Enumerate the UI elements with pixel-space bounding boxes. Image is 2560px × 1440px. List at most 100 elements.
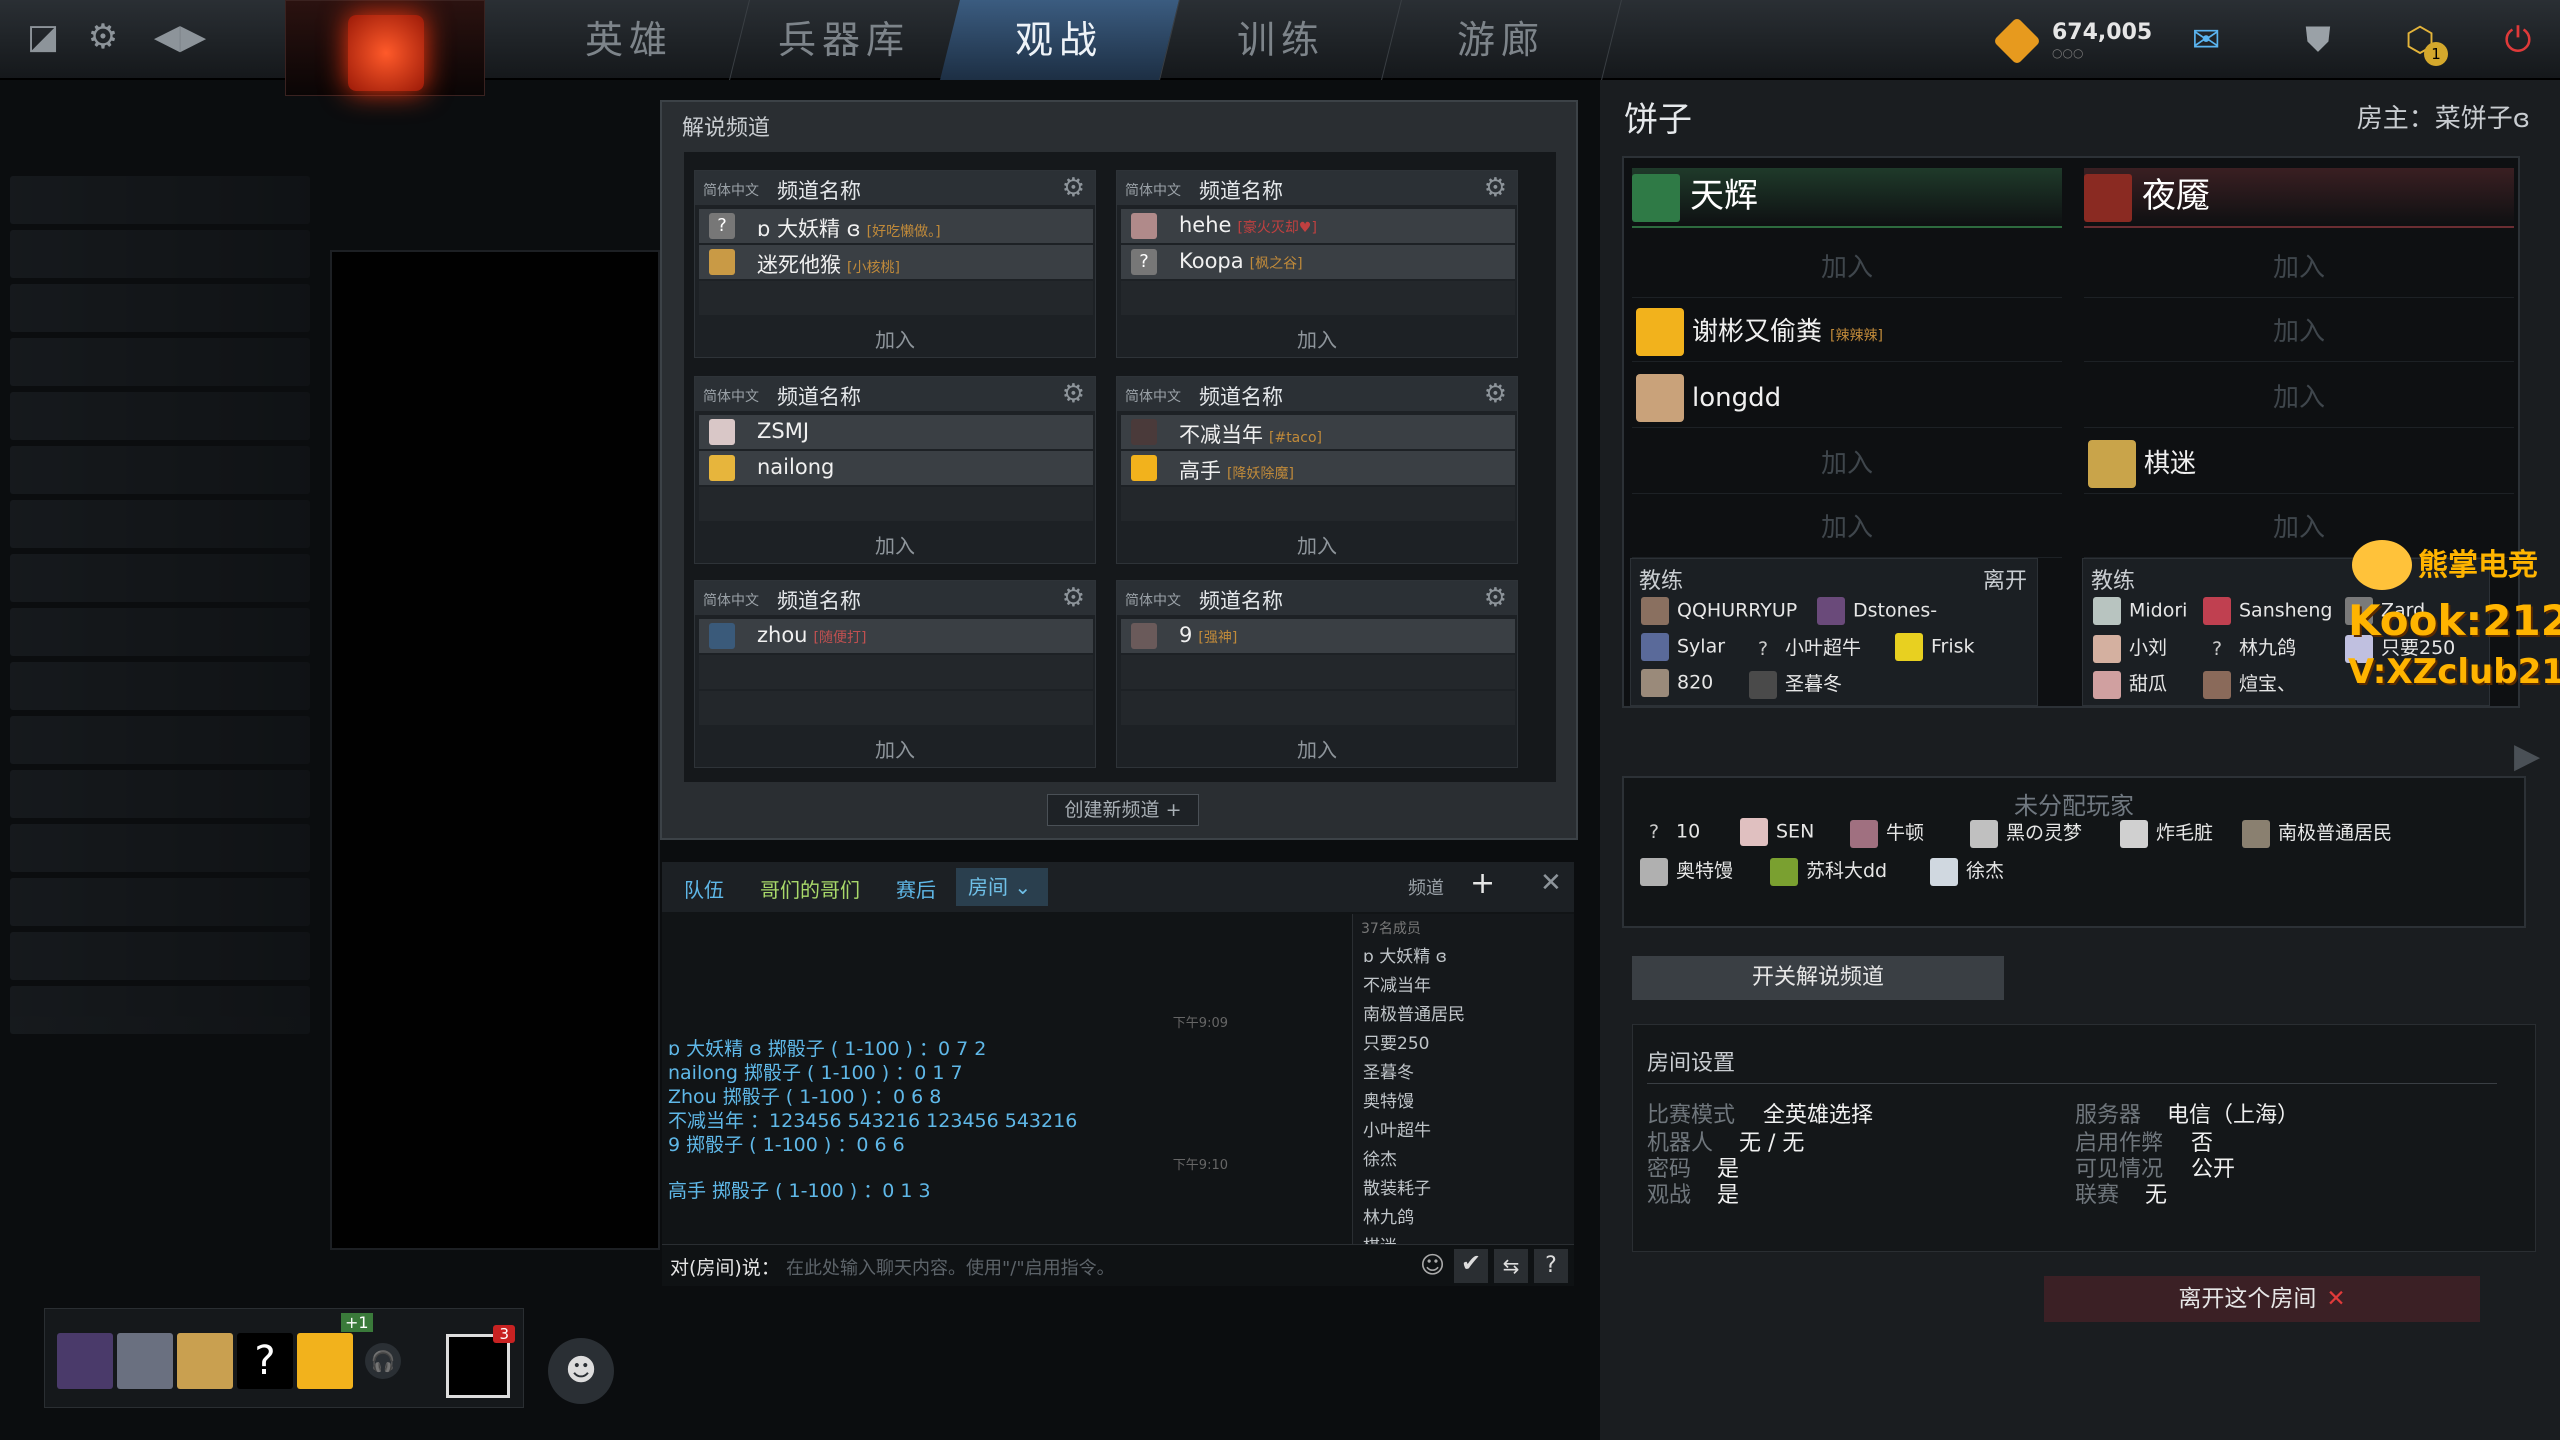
plus-icon[interactable]: + (1470, 866, 1495, 901)
notification-slot[interactable]: 3 (446, 1325, 515, 1398)
radiant-join-slot[interactable]: 加入 (1632, 498, 2062, 558)
channel-name: 频道名称 (1199, 589, 1283, 613)
chat-input-bar: 对(房间)说： 在此处输入聊天内容。使用"/"启用指令。 ☺ ✔ ⇆ ? (662, 1244, 1574, 1286)
chat-sender: Zhou 掷骰子 ( 1-100 ) ： (668, 1086, 893, 1108)
leave-coach-button[interactable]: 离开 (1983, 563, 2027, 595)
member-item[interactable]: 林九鸽 (1353, 1203, 1574, 1232)
coach-player[interactable]: 甜瓜 (2093, 669, 2167, 699)
member-list[interactable]: 37名成员 ɒ 大妖精 ɞ 不减当年 南极普通居民 只要250 圣暮冬 奥特馒 … (1352, 914, 1574, 1246)
join-channel-button[interactable]: 加入 (1117, 734, 1517, 763)
chat-tab-friends[interactable]: 哥们的哥们 (760, 874, 860, 903)
join-channel-button[interactable]: 加入 (1117, 530, 1517, 559)
dire-player-slot[interactable]: 棋迷 (2084, 434, 2514, 494)
gear-icon[interactable]: ⚙ (1484, 379, 1507, 409)
dota-logo-button[interactable] (285, 0, 485, 96)
tab-watch[interactable]: 观战 (940, 0, 1180, 80)
translate-icon[interactable]: ⇆ (1494, 1249, 1528, 1283)
checkmark-icon[interactable]: ✔ (1454, 1249, 1488, 1283)
join-channel-button[interactable]: 加入 (695, 530, 1095, 559)
dire-join-slot[interactable]: 加入 (2084, 238, 2514, 298)
coach-player[interactable]: Sansheng (2203, 597, 2332, 625)
coach-player[interactable]: ? 小叶超牛 (1749, 633, 1861, 663)
gear-icon[interactable]: ⚙ (1484, 173, 1507, 203)
unassigned-player[interactable]: 苏科大dd (1770, 856, 1887, 886)
gear-icon[interactable]: ⚙ (80, 14, 126, 60)
member-item[interactable]: 奥特馒 (1353, 1087, 1574, 1116)
party-member-avatar[interactable] (117, 1333, 173, 1389)
channel-language: 简体中文 (1125, 183, 1181, 199)
shards-currency[interactable]: 674,005 ○○○ (1992, 16, 2190, 66)
radiant-join-slot[interactable]: 加入 (1632, 238, 2062, 298)
room-settings: 房间设置 比赛模式 全英雄选择 机器人无 / 无 密码是 观战是 服务器 电信（上海… (1632, 1024, 2536, 1252)
member-item[interactable]: 徐杰 (1353, 1145, 1574, 1174)
join-channel-button[interactable]: 加入 (695, 324, 1095, 353)
unassigned-player[interactable]: 徐杰 (1930, 856, 2004, 886)
member-item[interactable]: 只要250 (1353, 1029, 1574, 1058)
coach-player[interactable]: Frisk (1895, 633, 1975, 661)
party-member-avatar[interactable] (57, 1333, 113, 1389)
leave-room-button[interactable]: 离开这个房间 ✕ (2044, 1276, 2480, 1322)
radiant-player-slot[interactable]: longdd (1632, 368, 2062, 428)
coach-player[interactable]: QQHURRYUP (1641, 597, 1797, 625)
chat-tab-postgame[interactable]: 赛后 (896, 874, 936, 903)
unassigned-player[interactable]: 奥特馒 (1640, 856, 1733, 886)
join-channel-button[interactable]: 加入 (1117, 324, 1517, 353)
tab-arcade[interactable]: 游廊 (1382, 0, 1622, 80)
unassigned-player[interactable]: ? 10 (1640, 818, 1700, 846)
unassigned-player[interactable]: 南极普通居民 (2242, 818, 2392, 848)
chat-tab-team[interactable]: 队伍 (684, 874, 724, 903)
channel-slot: ? Koopa [枫之谷] (1121, 245, 1515, 279)
member-item[interactable]: 圣暮冬 (1353, 1058, 1574, 1087)
radiant-player-slot[interactable]: 谢彬又偷粪 [辣辣辣] (1632, 302, 2062, 362)
coach-player[interactable]: 圣暮冬 (1749, 669, 1842, 699)
unassigned-player[interactable]: 牛顿 (1850, 818, 1924, 848)
gear-icon[interactable]: ⚙ (1484, 583, 1507, 613)
member-item[interactable]: 南极普通居民 (1353, 1000, 1574, 1029)
chat-input[interactable]: 在此处输入聊天内容。使用"/"启用指令。 (786, 1254, 1115, 1280)
gear-icon[interactable]: ⚙ (1062, 379, 1085, 409)
coach-player[interactable]: Midori (2093, 597, 2187, 625)
create-channel-button[interactable]: 创建新频道 + (1047, 794, 1199, 826)
unknown-avatar-icon[interactable]: ? (237, 1333, 293, 1389)
join-channel-button[interactable]: 加入 (695, 734, 1095, 763)
unassigned-player[interactable]: 黑の灵梦 (1970, 818, 2082, 848)
member-item[interactable]: ɒ 大妖精 ɞ (1353, 942, 1574, 971)
emoji-icon[interactable]: ☺ (1420, 1251, 1445, 1279)
toggle-broadcast-button[interactable]: 开关解说频道 (1632, 956, 2004, 1000)
coach-player[interactable]: Sylar (1641, 633, 1725, 661)
plus-shield-icon[interactable]: ⬡ 1 (2394, 14, 2448, 66)
coach-player[interactable]: ? 林九鸽 (2203, 633, 2296, 663)
coach-player[interactable]: 小刘 (2093, 633, 2167, 663)
tab-learn[interactable]: 训练 (1162, 0, 1402, 80)
gear-icon[interactable]: ⚙ (1062, 173, 1085, 203)
chat-tab-room[interactable]: 房间 ⌄ (956, 868, 1048, 906)
gear-icon[interactable]: ⚙ (1062, 583, 1085, 613)
unassigned-player[interactable]: SEN (1740, 818, 1814, 846)
coach-player[interactable]: 820 (1641, 669, 1713, 697)
player-tag: [辣辣辣] (1830, 328, 1883, 344)
tab-armory[interactable]: 兵器库 (725, 0, 965, 80)
party-member-avatar[interactable] (177, 1333, 233, 1389)
help-icon[interactable]: ? (1534, 1249, 1568, 1283)
tab-heroes[interactable]: 英雄 (510, 0, 750, 80)
self-avatar[interactable] (297, 1333, 353, 1389)
radiant-join-slot[interactable]: 加入 (1632, 434, 2062, 494)
member-item[interactable]: 散装耗子 (1353, 1174, 1574, 1203)
slot-player-name: 高手 (1179, 459, 1221, 483)
dashboard-icon[interactable]: ◪ (20, 14, 66, 60)
headset-icon[interactable]: 🎧 (365, 1343, 401, 1379)
member-item[interactable]: 小叶超牛 (1353, 1116, 1574, 1145)
social-people-icon[interactable]: ☻ (548, 1338, 614, 1404)
arrow-right-icon[interactable]: ▶ (2514, 736, 2540, 776)
power-icon[interactable]: ⏻ (2492, 14, 2544, 66)
unassigned-player[interactable]: 炸毛脏 (2120, 818, 2213, 848)
chat-bubble-icon[interactable]: ✉ (2180, 14, 2232, 66)
coach-player[interactable]: 煊宝、 (2203, 669, 2296, 699)
back-forward-icon[interactable]: ◀▶ (150, 14, 210, 60)
dire-join-slot[interactable]: 加入 (2084, 302, 2514, 362)
armory-chest-icon[interactable]: ⛊ (2292, 14, 2344, 66)
dire-join-slot[interactable]: 加入 (2084, 368, 2514, 428)
close-icon[interactable]: ✕ (1540, 868, 1562, 898)
coach-player[interactable]: Dstones- (1817, 597, 1937, 625)
member-item[interactable]: 不减当年 (1353, 971, 1574, 1000)
